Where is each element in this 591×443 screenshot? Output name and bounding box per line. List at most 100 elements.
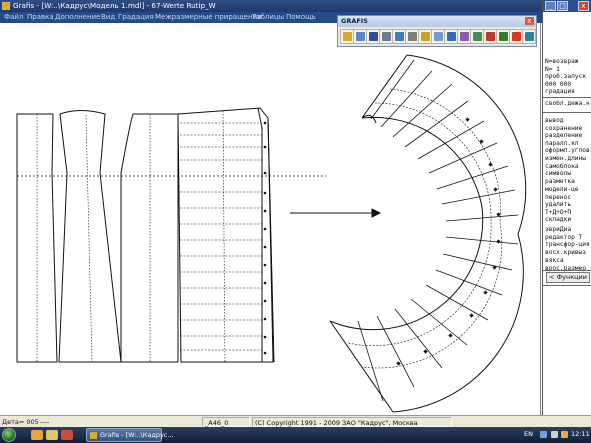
- layout-icon: [408, 32, 417, 41]
- close-button[interactable]: x: [578, 1, 589, 11]
- layout-button[interactable]: [405, 29, 419, 44]
- menu-edit[interactable]: Правка: [27, 13, 54, 21]
- command-item[interactable]: разметка: [545, 178, 590, 186]
- command-item[interactable]: вякса: [545, 257, 586, 265]
- command-group-4: эвриДиа редактор Т трансфор-ция восх.кри…: [545, 226, 590, 256]
- title-bar: Grafis - [W:..\Кадрус\Модель 1.mdl] - 67…: [0, 0, 591, 12]
- tools-button[interactable]: [457, 29, 471, 44]
- taskbar: Grafis - [W:..\Кадрус... EN 12:11: [0, 427, 591, 443]
- rp-line: 000 000: [545, 80, 572, 88]
- language-indicator[interactable]: EN: [524, 430, 533, 438]
- command-item[interactable]: трансфор-ция: [545, 241, 590, 249]
- command-group-1: свобл.дежа.н: [545, 100, 590, 108]
- toolbar-close-button[interactable]: x: [525, 17, 534, 25]
- grafis-toolbar-window[interactable]: GRAFIS x: [337, 15, 537, 47]
- tray-app-icon[interactable]: [561, 431, 568, 438]
- command-item[interactable]: складки: [545, 216, 579, 224]
- print-button[interactable]: [392, 29, 406, 44]
- command-item[interactable]: восх.кривыз: [545, 249, 590, 257]
- command-item[interactable]: самоблока: [545, 163, 590, 171]
- load-button[interactable]: [353, 29, 367, 44]
- command-item[interactable]: модели-це: [545, 186, 579, 194]
- grain-marks: [396, 117, 501, 366]
- table-icon: [434, 32, 443, 41]
- functions-button[interactable]: < Функции: [546, 272, 590, 283]
- measure-button[interactable]: [418, 29, 432, 44]
- menu-file[interactable]: Файл: [4, 13, 23, 21]
- settings-icon: [473, 32, 482, 41]
- divider: [543, 112, 591, 113]
- settings-button[interactable]: [470, 29, 484, 44]
- detail-number: Дета= 005: [2, 418, 39, 426]
- command-group-3: модели-це перенос удалить Т+Д+О+П складк…: [545, 186, 579, 224]
- transform-arrow: [290, 208, 382, 218]
- menu-grading[interactable]: Градация: [118, 13, 154, 21]
- table-button[interactable]: [431, 29, 445, 44]
- skirt-panel-side: [58, 110, 122, 363]
- load-icon: [356, 32, 365, 41]
- menu-tables[interactable]: Таблицы: [252, 13, 284, 21]
- notch-marks: [263, 121, 267, 355]
- menu-increments[interactable]: Межразмерные приращения: [155, 13, 261, 21]
- command-item[interactable]: сохранение: [545, 125, 590, 133]
- menu-help[interactable]: Помощь: [286, 13, 316, 21]
- monitor-button[interactable]: [522, 29, 536, 44]
- export-button[interactable]: [483, 29, 497, 44]
- stop-button[interactable]: [509, 29, 523, 44]
- detail-suffix: ----: [40, 418, 50, 426]
- command-item[interactable]: удалить: [545, 201, 579, 209]
- rp-line: проб.запуск: [545, 73, 586, 81]
- command-item[interactable]: вывод: [545, 117, 590, 125]
- print-icon: [395, 32, 404, 41]
- skirt-panel-sliced: [177, 107, 274, 363]
- command-item[interactable]: разделение: [545, 132, 590, 140]
- divider: [543, 285, 591, 286]
- command-item[interactable]: Т+Д+О+П: [545, 209, 579, 217]
- volume-icon[interactable]: [551, 431, 558, 438]
- tools-icon: [460, 32, 469, 41]
- toolbar-title-bar[interactable]: GRAFIS x: [338, 16, 536, 27]
- status-bar: Дета= 005 ---- _A46_0 (C) Copyright 1991…: [0, 415, 591, 427]
- divider: [543, 270, 591, 271]
- command-item[interactable]: эвриДиа: [545, 226, 590, 234]
- command-item[interactable]: измен.длины: [545, 155, 590, 163]
- command-item[interactable]: свобл.дежа.н: [545, 100, 590, 108]
- quicklaunch-ie-icon[interactable]: [31, 430, 43, 440]
- quicklaunch-explorer-icon[interactable]: [46, 430, 58, 440]
- quicklaunch-media-icon[interactable]: [61, 430, 73, 440]
- grafis-task-icon: [90, 432, 97, 439]
- save-icon: [369, 32, 378, 41]
- stop-icon: [512, 32, 521, 41]
- menu-addition[interactable]: Дополнение: [55, 13, 100, 21]
- rp-line: градация: [545, 88, 575, 96]
- save-button[interactable]: [366, 29, 380, 44]
- network-icon[interactable]: [540, 431, 547, 438]
- measure-icon: [421, 32, 430, 41]
- taskbar-grafis-task[interactable]: Grafis - [W:..\Кадрус...: [86, 428, 174, 442]
- minimize-button[interactable]: _: [545, 1, 556, 11]
- command-item[interactable]: оформл.углов: [545, 147, 590, 155]
- flared-skirt: [329, 54, 527, 413]
- radial-seams: [357, 59, 519, 402]
- import-button[interactable]: [496, 29, 510, 44]
- export-icon: [486, 32, 495, 41]
- task-label: Grafis - [W:..\Кадрус...: [100, 431, 174, 439]
- open-folder-button[interactable]: [340, 29, 354, 44]
- zoom-button[interactable]: [379, 29, 393, 44]
- import-icon: [499, 32, 508, 41]
- menu-view[interactable]: Вид: [101, 13, 115, 21]
- drawing-canvas[interactable]: [0, 23, 541, 415]
- start-button[interactable]: [2, 428, 16, 442]
- maximize-button[interactable]: □: [557, 1, 568, 11]
- skirt-panel-back: [120, 113, 179, 363]
- toolbar-title: GRAFIS: [341, 17, 368, 25]
- zoom-icon: [382, 32, 391, 41]
- window-title: Grafis - [W:..\Кадрус\Модель 1.mdl] - 67…: [13, 1, 216, 10]
- command-item[interactable]: перенос: [545, 194, 579, 202]
- command-item[interactable]: символы: [545, 170, 590, 178]
- command-panel: _ □ x N=возвраж N= 1 проб.запуск 000 000…: [542, 0, 591, 415]
- status-block: N=возвраж N= 1 проб.запуск 000 000 града…: [545, 58, 586, 96]
- clock: 12:11: [571, 430, 590, 438]
- size-indicator: _A46_0: [202, 417, 250, 427]
- globe-button[interactable]: [444, 29, 458, 44]
